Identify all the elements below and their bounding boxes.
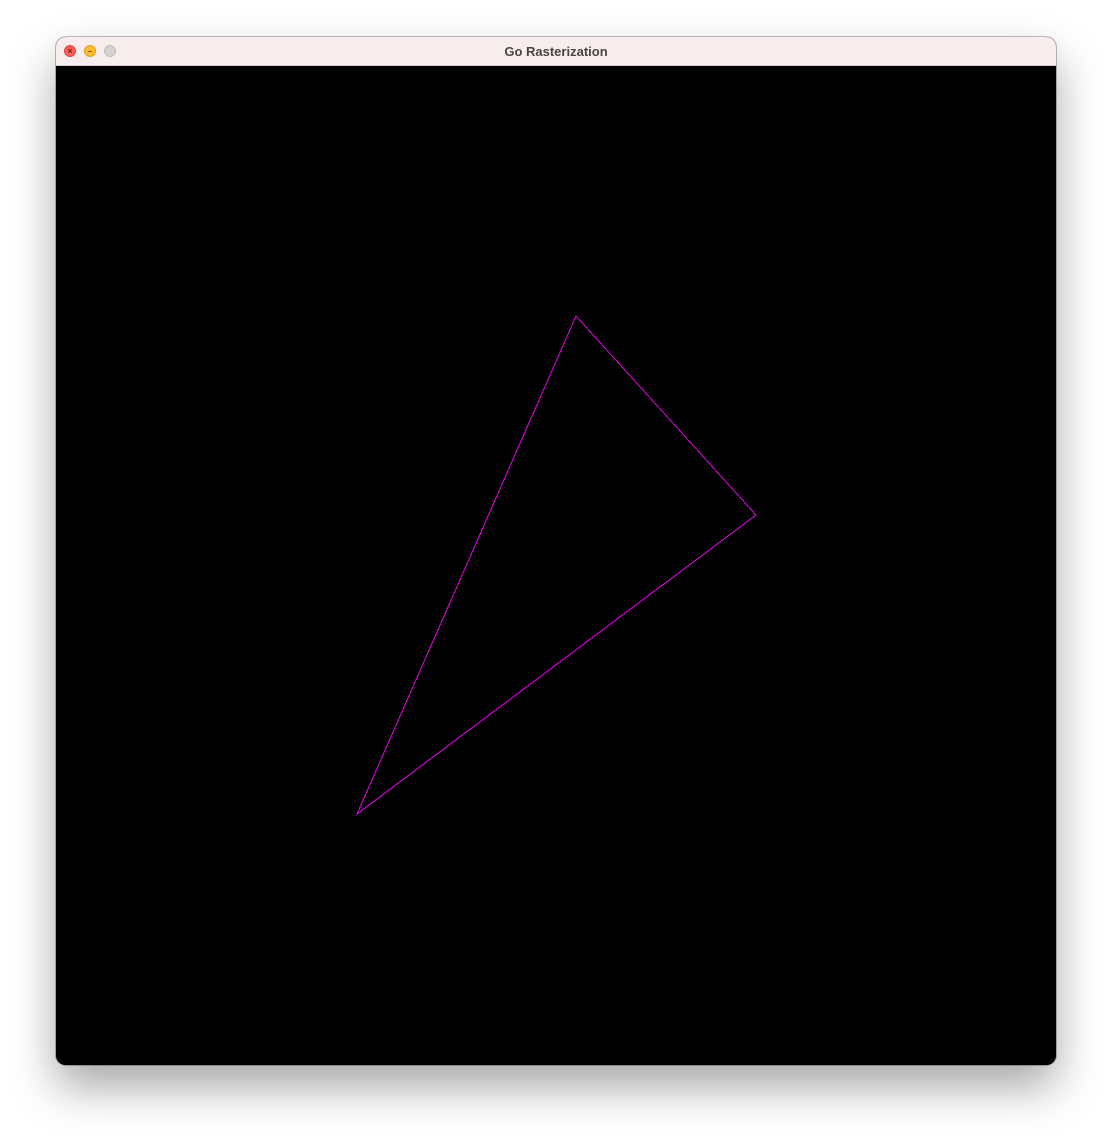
canvas-background: [56, 66, 1056, 1065]
window-titlebar[interactable]: × – Go Rasterization: [56, 37, 1056, 66]
render-canvas[interactable]: [56, 66, 1056, 1065]
window-title: Go Rasterization: [504, 44, 608, 59]
render-surface: [56, 66, 1056, 1065]
app-window: × – Go Rasterization: [56, 37, 1056, 1065]
